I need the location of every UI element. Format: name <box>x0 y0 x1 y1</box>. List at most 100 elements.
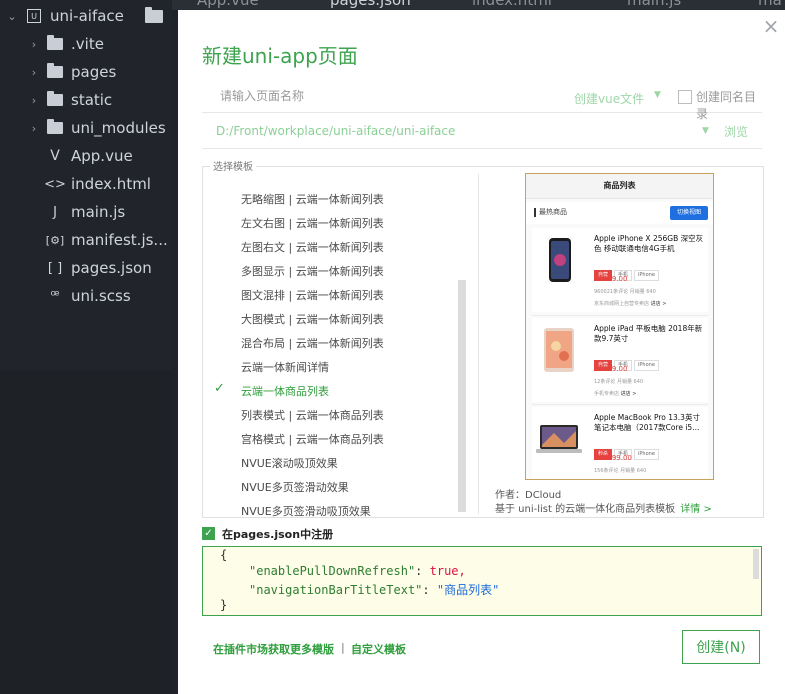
details-link[interactable]: 详情 > <box>680 504 712 515</box>
template-item[interactable]: 大图模式 | 云端一体新闻列表 <box>202 305 442 329</box>
tree-item-label: pages <box>71 63 117 81</box>
chevron-right-icon[interactable]: › <box>28 66 40 79</box>
macbook-image <box>536 425 582 453</box>
register-checkbox[interactable]: ✓ <box>202 527 215 540</box>
template-item[interactable]: 左图右文 | 云端一体新闻列表 <box>202 233 442 257</box>
tree-item-uni-modules[interactable]: › uni_modules <box>0 114 172 142</box>
template-item[interactable]: NVUE滚动吸顶效果 <box>202 449 442 473</box>
product-meta: 960021条评论 月销量 640 <box>594 289 656 295</box>
tree-item-label: uni.scss <box>71 287 131 305</box>
dropdown-arrow-icon[interactable]: ▼ <box>702 126 709 136</box>
product-name: Apple iPad 平板电脑 2018年新款9.7英寸 <box>594 324 703 343</box>
page-name-row: 创建vue文件 ▼ 创建同名目录 <box>202 82 762 121</box>
preview-product-card: Apple MacBook Pro 13.3英寸笔记本电脑（2017款Core … <box>532 407 708 479</box>
tree-item-static[interactable]: › static <box>0 86 172 114</box>
template-label: 云端一体商品列表 <box>241 385 329 398</box>
chevron-down-icon[interactable]: ⌄ <box>6 10 18 23</box>
template-item[interactable]: 多图显示 | 云端一体新闻列表 <box>202 257 442 281</box>
ipad-image <box>544 328 574 372</box>
product-meta: 156条评论 月销量 640 <box>594 468 647 474</box>
tree-item-main-js[interactable]: J main.js <box>0 198 172 226</box>
tree-item-manifest[interactable]: [⚙] manifest.js... <box>0 226 172 254</box>
template-item[interactable]: 左文右图 | 云端一体新闻列表 <box>202 209 442 233</box>
code-value: true, <box>429 564 466 578</box>
product-price: ¥9999.00 <box>594 275 628 283</box>
code-key: "navigationBarTitleText" <box>249 583 423 597</box>
folder-icon <box>145 6 163 25</box>
tab-main-js[interactable]: main.js <box>627 0 681 9</box>
tree-item-uni-scss[interactable]: ꟹ uni.scss <box>0 282 172 310</box>
template-list: 无略缩图 | 云端一体新闻列表 左文右图 | 云端一体新闻列表 左图右文 | 云… <box>202 167 478 518</box>
template-item[interactable]: NVUE多页签滑动吸顶效果 <box>202 497 442 521</box>
page-name-input[interactable] <box>218 88 552 104</box>
iphone-image <box>549 238 571 282</box>
tree-item-label: manifest.js... <box>71 231 168 249</box>
folder-icon <box>46 35 64 53</box>
template-item-selected[interactable]: ✓ 云端一体商品列表 <box>202 377 442 401</box>
tree-item-pages-json[interactable]: [ ] pages.json <box>0 254 172 282</box>
tree-item-index-html[interactable]: <> index.html <box>0 170 172 198</box>
new-page-dialog: × 新建uni-app页面 创建vue文件 ▼ 创建同名目录 D:/Front/… <box>178 10 785 694</box>
folder-icon <box>46 63 64 81</box>
template-item[interactable]: 无略缩图 | 云端一体新闻列表 <box>202 185 442 209</box>
template-item[interactable]: 混合布局 | 云端一体新闻列表 <box>202 329 442 353</box>
template-item[interactable]: NVUE多页签滑动效果 <box>202 473 442 497</box>
product-shop: 手机专卖店 进店 > <box>594 390 636 397</box>
close-icon[interactable]: × <box>761 16 781 36</box>
template-item[interactable]: 列表模式 | 云端一体商品列表 <box>202 401 442 425</box>
browse-button[interactable]: 浏览 <box>724 123 748 140</box>
editor-tab-strip: App.vue pages.json index.html main.js ma <box>172 0 785 10</box>
template-label: 多图显示 | 云端一体新闻列表 <box>241 265 384 278</box>
template-item[interactable]: 宫格模式 | 云端一体商品列表 <box>202 425 442 449</box>
product-tags: 秒杀 手机 iPhone <box>594 440 661 460</box>
dialog-title: 新建uni-app页面 <box>202 44 358 68</box>
tree-item-pages[interactable]: › pages <box>0 58 172 86</box>
create-button[interactable]: 创建(N) <box>682 630 760 664</box>
chevron-right-icon[interactable]: › <box>28 38 40 51</box>
product-tags: 自营 手机 iPhone <box>594 351 661 371</box>
chevron-right-icon[interactable]: › <box>28 122 40 135</box>
code-scrollbar[interactable] <box>753 549 759 579</box>
checkmark-icon: ✓ <box>214 381 225 396</box>
html-file-icon: <> <box>44 176 66 192</box>
tab-pages-json[interactable]: pages.json <box>330 0 411 9</box>
template-item[interactable]: 云端一体新闻详情 <box>202 353 442 377</box>
product-tags: 自营 手机 iPhone <box>594 261 661 281</box>
plugin-market-link[interactable]: 在插件市场获取更多模版 <box>213 641 334 657</box>
tree-item-vite[interactable]: › .vite <box>0 30 172 58</box>
chevron-right-icon[interactable]: › <box>28 94 40 107</box>
tab-manifest[interactable]: ma <box>758 0 782 9</box>
vue-file-icon: V <box>50 148 60 164</box>
template-label: 云端一体新闻详情 <box>241 361 329 374</box>
product-name: Apple iPhone X 256GB 深空灰色 移动联通电信4G手机 <box>594 234 704 253</box>
pages-json-editor[interactable]: { "enablePullDownRefresh": true, "naviga… <box>202 546 762 616</box>
tree-item-app-vue[interactable]: V App.vue <box>0 142 172 170</box>
template-scrollbar[interactable] <box>458 280 466 512</box>
project-icon: U <box>25 7 43 25</box>
folder-icon <box>46 91 64 109</box>
tree-item-label: main.js <box>71 203 126 221</box>
template-label: NVUE多页签滑动效果 <box>241 481 349 494</box>
path-select[interactable]: D:/Front/workplace/uni-aiface/uni-aiface <box>216 124 455 138</box>
preview-product-card: Apple iPhone X 256GB 深空灰色 移动联通电信4G手机 自营手… <box>532 228 708 312</box>
template-preview: 商品列表 最热商品 切换视图 Apple iPhone X 256GB 深空灰色… <box>525 173 714 480</box>
template-item[interactable]: 图文混排 | 云端一体新闻列表 <box>202 281 442 305</box>
template-label: NVUE多页签滑动吸顶效果 <box>241 505 371 518</box>
js-file-icon: J <box>53 204 57 220</box>
dropdown-arrow-icon[interactable]: ▼ <box>654 90 661 100</box>
template-description: 基于 uni-list 的云端一体化商品列表模板 详情 > <box>495 500 712 515</box>
custom-template-link[interactable]: 自定义模板 <box>351 641 406 657</box>
template-label: 宫格模式 | 云端一体商品列表 <box>241 433 384 446</box>
tab-app-vue[interactable]: App.vue <box>197 0 259 9</box>
same-dir-checkbox[interactable] <box>678 90 692 104</box>
file-type-select[interactable]: 创建vue文件 <box>574 90 644 107</box>
template-label: 列表模式 | 云端一体商品列表 <box>241 409 384 422</box>
code-value: "商品列表" <box>436 583 500 597</box>
tab-index-html[interactable]: index.html <box>472 0 552 9</box>
product-tag: iPhone <box>634 270 659 281</box>
config-file-icon: [⚙] <box>45 233 65 247</box>
project-root-row[interactable]: ⌄ U uni-aiface <box>0 2 172 30</box>
template-label: 混合布局 | 云端一体新闻列表 <box>241 337 384 350</box>
code-line: { <box>220 548 228 562</box>
preview-section-title: 最热商品 <box>534 208 567 217</box>
